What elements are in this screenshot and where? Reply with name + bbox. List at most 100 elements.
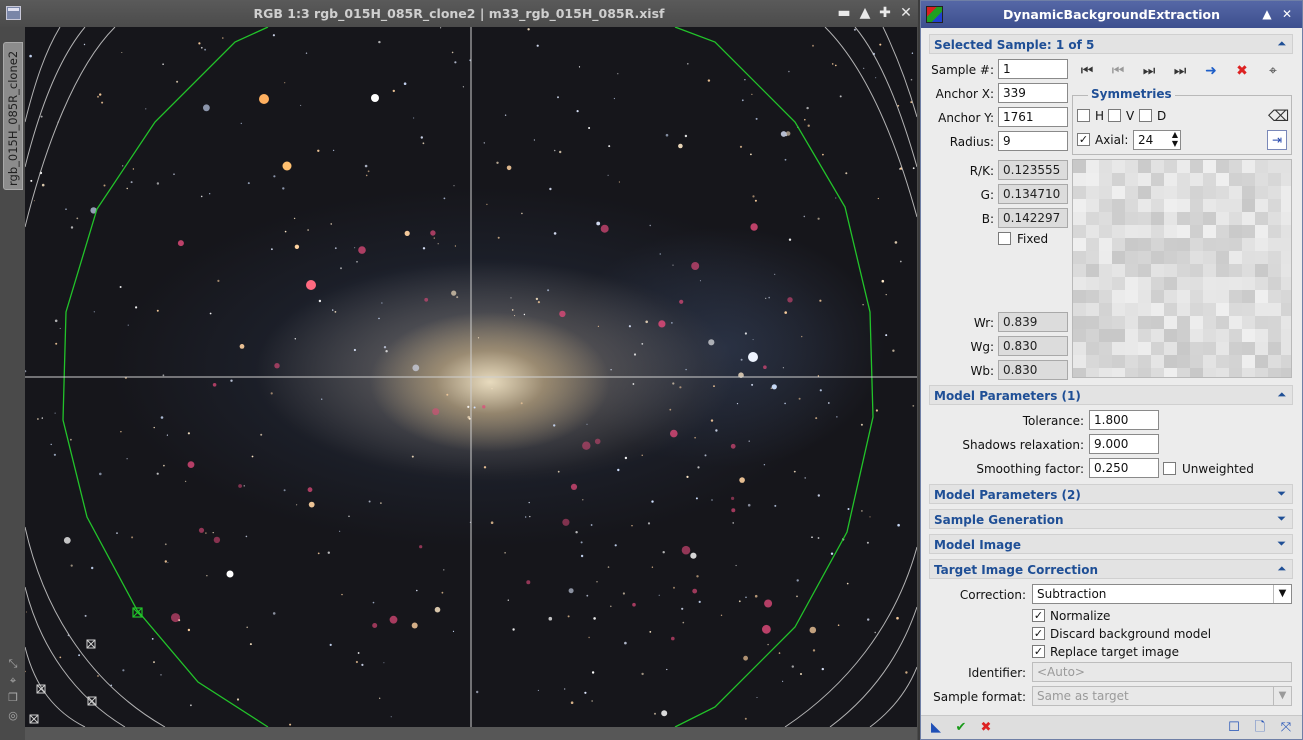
anchor-y-field[interactable]: 1761 (998, 107, 1068, 127)
axial-checkbox[interactable]: ✓ (1077, 133, 1090, 146)
section-selected-sample[interactable]: Selected Sample: 1 of 5 ⏶ (929, 34, 1293, 54)
next-sample-icon[interactable]: ⏭ (1138, 61, 1160, 81)
wr-label: Wr: (973, 316, 994, 330)
maximize-icon[interactable]: ✚ (876, 4, 894, 22)
g-value: 0.134710 (998, 184, 1068, 204)
unweighted-label: Unweighted (1182, 462, 1254, 476)
crosshair-icon[interactable]: ⌖ (1262, 61, 1284, 81)
shade-icon[interactable]: ▲ (1259, 6, 1275, 22)
sample-preview (1072, 159, 1292, 378)
section-target-image-correction[interactable]: Target Image Correction ⏶ (929, 559, 1293, 579)
symmetry-center-icon[interactable]: ⇥ (1267, 130, 1287, 150)
dbe-title: DynamicBackgroundExtraction (1002, 7, 1221, 22)
axial-label: Axial: (1095, 133, 1129, 147)
collapse-icon[interactable]: ⏶ (1277, 388, 1286, 402)
anchor-x-label: Anchor X: (935, 87, 994, 101)
section-model-parameters-1[interactable]: Model Parameters (1) ⏶ (929, 385, 1293, 405)
section-model-image[interactable]: Model Image ⏷ (929, 534, 1293, 554)
fixed-checkbox[interactable] (998, 232, 1011, 245)
dbe-titlebar[interactable]: DynamicBackgroundExtraction ▲ ✕ (921, 1, 1302, 28)
section-title: Model Image (934, 538, 1021, 552)
section-title: Selected Sample: 1 of 5 (934, 38, 1095, 52)
normalize-label: Normalize (1050, 609, 1111, 623)
radius-field[interactable]: 9 (998, 131, 1068, 151)
view-tab-label: rgb_015H_085R_clone2 (6, 50, 20, 186)
replace-target-checkbox[interactable]: ✓ (1032, 645, 1045, 658)
symmetry-v-checkbox[interactable] (1108, 109, 1121, 122)
go-to-sample-icon[interactable]: ➜ (1200, 61, 1222, 81)
delete-sample-icon[interactable]: ✖ (1231, 61, 1253, 81)
apply-global-icon[interactable]: ✔ (952, 719, 970, 737)
sample-number-field[interactable]: 1 (998, 59, 1068, 79)
fixed-label: Fixed (1017, 232, 1049, 246)
wr-value: 0.839 (998, 312, 1068, 332)
clear-symmetries-icon[interactable]: ⌫ (1268, 107, 1289, 125)
minimize-icon[interactable]: ▬ (835, 4, 853, 22)
sample-markers (29, 639, 97, 724)
expand-icon[interactable]: ⏷ (1277, 512, 1286, 526)
image-bottom-strip (25, 727, 917, 740)
tolerance-field[interactable]: 1.800 (1089, 410, 1159, 430)
symmetry-d-checkbox[interactable] (1139, 109, 1152, 122)
clone-view-icon[interactable]: ❐ (6, 691, 20, 705)
shade-icon[interactable]: ▲ (856, 4, 874, 22)
normalize-checkbox[interactable]: ✓ (1032, 609, 1045, 622)
rk-value: 0.123555 (998, 160, 1068, 180)
b-label: B: (981, 212, 994, 226)
collapse-icon[interactable]: ⏶ (1277, 562, 1286, 576)
image-window-titlebar[interactable]: RGB 1:3 rgb_015H_085R_clone2 | m33_rgb_0… (0, 0, 918, 27)
axial-spinbox[interactable]: 24 ▲ ▼ (1133, 130, 1181, 150)
correction-label: Correction: (959, 588, 1026, 602)
dropdown-arrow-icon[interactable]: ▼ (1273, 585, 1291, 603)
close-icon[interactable]: ✕ (1279, 6, 1295, 22)
section-title: Sample Generation (934, 513, 1064, 527)
symmetry-h-label: H (1095, 109, 1105, 123)
wg-value: 0.830 (998, 336, 1068, 356)
discard-background-checkbox[interactable]: ✓ (1032, 627, 1045, 640)
first-sample-icon[interactable]: ⏮ (1076, 61, 1098, 81)
identifier-field[interactable]: <Auto> (1032, 662, 1292, 682)
crosshair-tool-icon[interactable]: ⌖ (6, 674, 20, 688)
shadows-relaxation-label: Shadows relaxation: (962, 438, 1084, 452)
previous-sample-icon[interactable]: ⏮ (1107, 61, 1129, 81)
radius-label: Radius: (949, 135, 994, 149)
view-settings-icon[interactable]: ◎ (6, 709, 20, 723)
symmetry-h-checkbox[interactable] (1077, 109, 1090, 122)
smoothing-factor-label: Smoothing factor: (976, 462, 1084, 476)
expand-icon[interactable]: ⏷ (1277, 487, 1286, 501)
section-model-parameters-2[interactable]: Model Parameters (2) ⏷ (929, 484, 1293, 504)
sample-number-label: Sample #: (931, 63, 994, 77)
expand-icon[interactable]: ⏷ (1277, 537, 1286, 551)
view-tab[interactable]: rgb_015H_085R_clone2 (3, 42, 23, 190)
shadows-relaxation-field[interactable]: 9.000 (1089, 434, 1159, 454)
unweighted-checkbox[interactable] (1163, 462, 1176, 475)
cancel-icon[interactable]: ✖ (977, 719, 995, 737)
selected-sample-marker (132, 607, 143, 618)
replace-target-label: Replace target image (1050, 645, 1179, 659)
collapse-icon[interactable]: ⏶ (1277, 37, 1286, 51)
sample-format-value: Same as target (1037, 689, 1129, 703)
anchor-y-label: Anchor Y: (938, 111, 994, 125)
symmetries-title: Symmetries (1088, 87, 1175, 101)
spin-arrows-icon[interactable]: ▲ ▼ (1172, 130, 1178, 148)
new-instance-icon[interactable]: ◣ (927, 719, 945, 737)
sample-format-select[interactable]: Same as target ▼ (1032, 686, 1292, 706)
wg-label: Wg: (970, 340, 994, 354)
reset-icon[interactable]: ⤧ (1277, 719, 1295, 737)
browse-documentation-icon[interactable]: ☐ (1225, 719, 1243, 737)
symmetry-v-label: V (1126, 109, 1135, 123)
process-bottom-bar: ◣ ✔ ✖ ☐ 🗋 ⤧ (921, 715, 1302, 739)
anchor-x-field[interactable]: 339 (998, 83, 1068, 103)
sample-format-label: Sample format: (933, 690, 1026, 704)
close-icon[interactable]: ✕ (897, 4, 915, 22)
zoom-to-fit-icon[interactable]: ⤡ (6, 657, 20, 671)
b-value: 0.142297 (998, 208, 1068, 228)
smoothing-factor-field[interactable]: 0.250 (1089, 458, 1159, 478)
image-window-title: RGB 1:3 rgb_015H_085R_clone2 | m33_rgb_0… (253, 6, 665, 21)
section-sample-generation[interactable]: Sample Generation ⏷ (929, 509, 1293, 529)
correction-select[interactable]: Subtraction ▼ (1032, 584, 1292, 604)
image-viewport[interactable] (25, 27, 917, 727)
last-sample-icon[interactable]: ⏭ (1169, 61, 1191, 81)
track-view-icon[interactable]: 🗋 (1251, 719, 1269, 737)
section-title: Model Parameters (1) (934, 389, 1081, 403)
